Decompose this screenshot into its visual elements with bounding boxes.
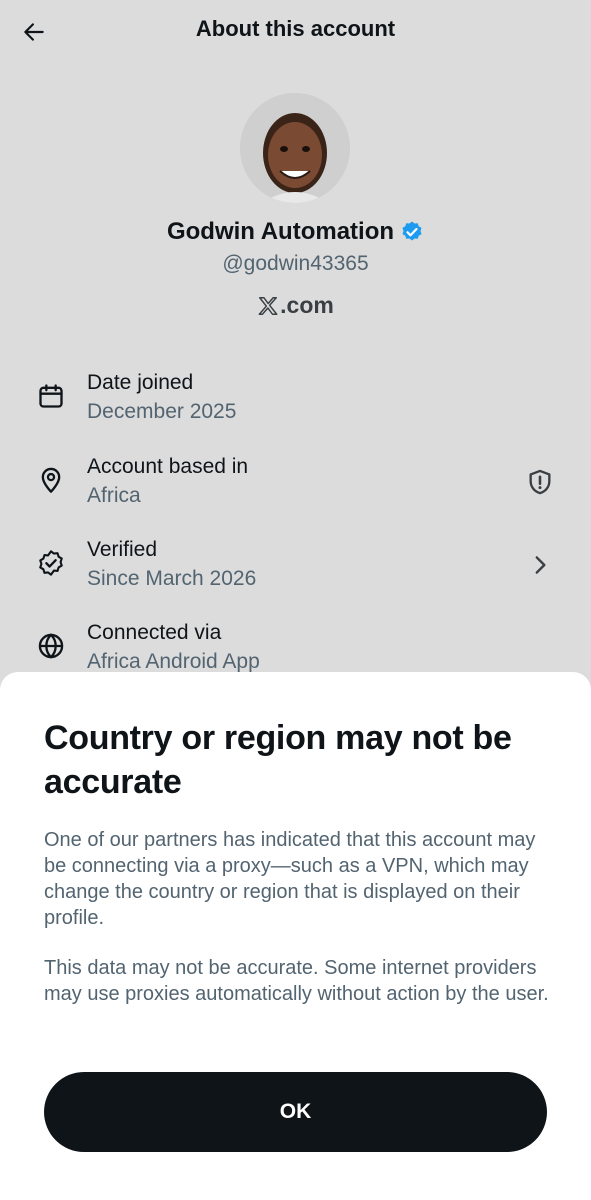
chevron-right-icon — [524, 549, 556, 581]
ok-button[interactable]: OK — [44, 1072, 547, 1152]
about-account-screen: About this account Godwin Automation @go… — [0, 0, 591, 1200]
avatar[interactable] — [240, 93, 350, 203]
row-date-joined: Date joined December 2025 — [0, 368, 591, 438]
location-pin-icon — [36, 465, 66, 495]
row-subtitle: Africa Android App — [87, 650, 260, 673]
sheet-title: Country or region may not be accurate — [44, 719, 512, 801]
sheet-paragraph-1: One of our partners has indicated that t… — [44, 829, 536, 929]
row-account-based-in: Account based in Africa — [0, 452, 591, 522]
bottom-sheet: Country or region may not be accurate On… — [0, 672, 591, 1200]
row-title: Account based in — [87, 455, 249, 478]
globe-icon — [36, 631, 66, 661]
display-name-row: Godwin Automation — [0, 218, 591, 246]
x-logo-icon — [258, 296, 278, 315]
row-verified[interactable]: Verified Since March 2026 — [0, 535, 591, 605]
shield-alert-icon — [529, 469, 551, 495]
verified-badge-outline-icon — [36, 548, 66, 578]
handle: @godwin43365 — [222, 252, 369, 275]
row-title: Date joined — [87, 371, 194, 394]
row-title: Verified — [87, 538, 158, 561]
calendar-icon — [36, 381, 66, 411]
display-name: Godwin Automation — [166, 218, 395, 245]
shield-alert-button[interactable] — [524, 466, 556, 498]
platform-domain: .com — [280, 292, 334, 318]
top-bar: About this account — [0, 0, 591, 62]
verified-badge-icon — [402, 221, 422, 241]
page-title: About this account — [195, 16, 396, 41]
avatar-image — [240, 93, 350, 203]
row-subtitle: Africa — [87, 484, 141, 507]
platform-label: .com — [0, 292, 591, 319]
row-subtitle: Since March 2026 — [87, 567, 257, 590]
row-subtitle: December 2025 — [87, 400, 237, 423]
sheet-paragraph-2: This data may not be accurate. Some inte… — [44, 957, 549, 1005]
row-title: Connected via — [87, 621, 222, 644]
